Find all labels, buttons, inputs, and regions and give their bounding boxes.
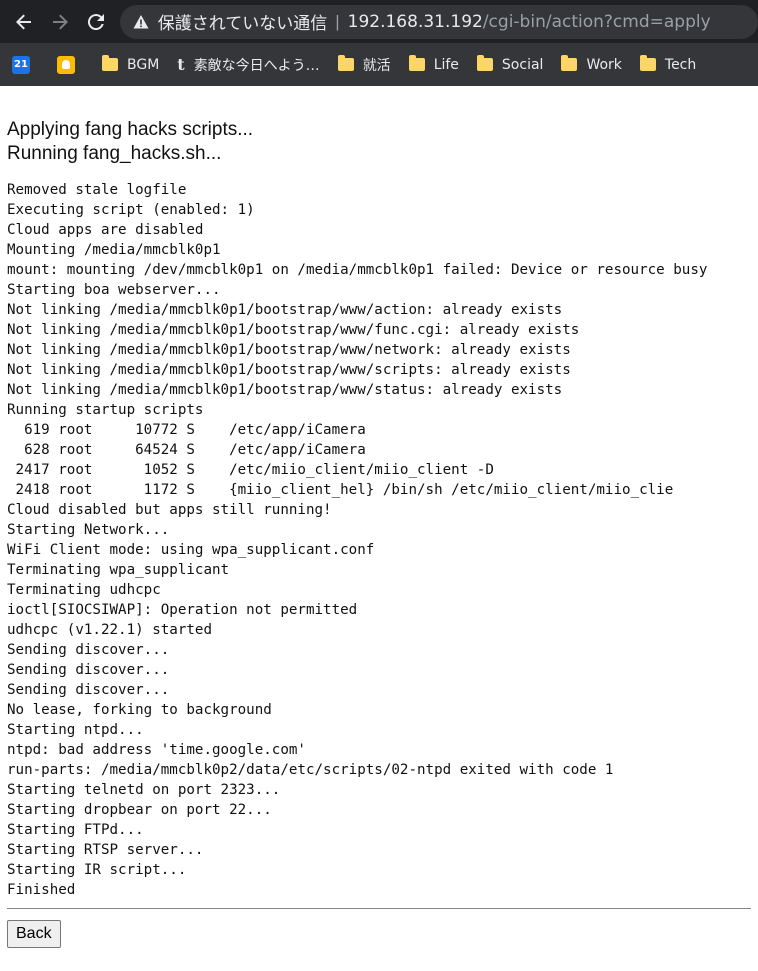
bookmark-label: 就活 — [362, 57, 391, 74]
warning-icon[interactable] — [132, 13, 150, 31]
bookmark-calendar[interactable]: 21 — [12, 55, 39, 74]
bookmark-tech[interactable]: Tech — [639, 55, 697, 73]
browser-toolbar: 保護されていない通信 | 192.168.31.192/cgi-bin/acti… — [0, 0, 758, 43]
folder-icon — [102, 55, 118, 71]
divider: | — [335, 11, 340, 31]
bookmark-label: Tech — [664, 56, 697, 73]
back-arrow-icon[interactable] — [6, 4, 42, 40]
bookmark-label: 素敵な今日へよう… — [193, 57, 320, 74]
folder-icon — [476, 55, 493, 71]
bookmark-shukatsu[interactable]: 就活 — [337, 55, 391, 75]
bookmark-label: Life — [433, 56, 459, 73]
folder-icon — [337, 55, 354, 71]
tumblr-icon: t — [177, 55, 185, 74]
bookmark-bgm[interactable]: BGM — [102, 55, 160, 73]
bookmark-label: BGM — [127, 56, 160, 73]
calendar-icon: 21 — [12, 55, 30, 74]
script-output-log: Removed stale logfile Executing script (… — [7, 182, 708, 898]
bookmark-tumblr[interactable]: t 素敵な今日へよう… — [177, 55, 319, 75]
bookmark-keep[interactable] — [57, 55, 84, 74]
keep-icon — [57, 55, 75, 74]
bookmark-label: Work — [586, 56, 622, 73]
bookmark-life[interactable]: Life — [408, 55, 459, 73]
folder-icon — [639, 55, 656, 71]
address-bar[interactable]: 保護されていない通信 | 192.168.31.192/cgi-bin/acti… — [119, 4, 758, 39]
reload-icon[interactable] — [78, 4, 114, 40]
page-content: Applying fang hacks scripts... Running f… — [0, 86, 758, 948]
folder-icon — [408, 55, 425, 71]
url-host[interactable]: 192.168.31.192 — [348, 12, 483, 32]
page-heading-applying: Applying fang hacks scripts... — [7, 119, 254, 140]
forward-arrow-icon[interactable] — [42, 4, 78, 40]
bookmark-label: Social — [501, 56, 544, 73]
security-label[interactable]: 保護されていない通信 — [158, 9, 328, 34]
url-path[interactable]: /cgi-bin/action?cmd=apply — [483, 12, 711, 32]
page-heading-running: Running fang_hacks.sh... — [7, 143, 222, 164]
bookmark-social[interactable]: Social — [476, 55, 544, 73]
bookmarks-bar: 21 BGM t 素敵な今日へよう… 就活 Life Social Work T… — [0, 43, 758, 86]
divider-rule — [7, 908, 751, 909]
back-button[interactable]: Back — [7, 920, 61, 948]
bookmark-work[interactable]: Work — [561, 55, 622, 73]
folder-icon — [561, 55, 578, 71]
